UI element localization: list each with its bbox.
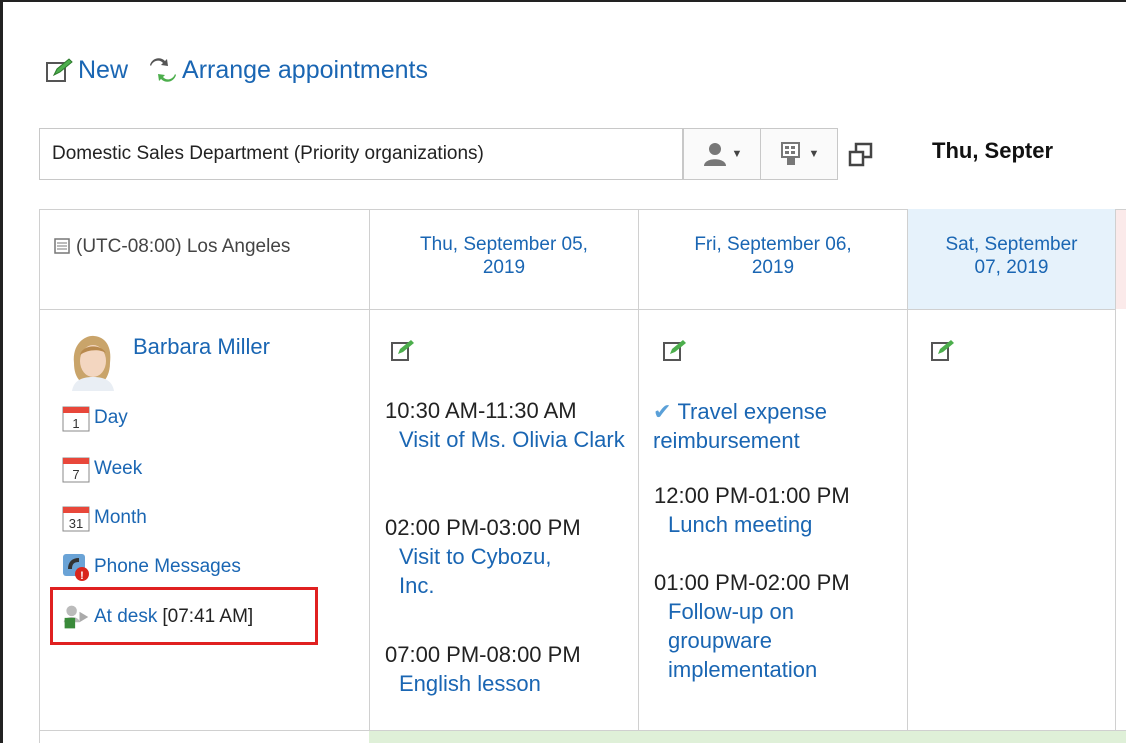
todo-item[interactable]: ✔ Travel expense reimbursement — [653, 397, 893, 455]
week-view-link[interactable]: 7 Week — [62, 455, 142, 483]
timezone-label: (UTC-08:00) Los Angeles — [76, 236, 291, 257]
todo-title-text: Travel expense reimbursement — [653, 399, 828, 453]
day-header-thu[interactable]: Thu, September 05, 2019 — [370, 209, 638, 309]
appointment-time: 01:00 PM-02:00 PM — [654, 570, 850, 595]
appointment-time: 02:00 PM-03:00 PM — [385, 515, 581, 540]
month-view-link[interactable]: 31 Month — [62, 504, 147, 532]
day-header-line1: Fri, September 06, — [694, 234, 852, 255]
user-icon — [703, 143, 726, 166]
add-appointment-icon[interactable] — [663, 338, 687, 362]
add-appointment-icon[interactable] — [931, 338, 955, 362]
appointment-title[interactable]: Lunch meeting — [654, 510, 904, 539]
appointment-title[interactable]: Follow-up on groupware implementation — [654, 597, 868, 684]
arrange-appointments-button[interactable]: Arrange appointments — [148, 55, 428, 85]
new-appointment-icon — [44, 55, 74, 85]
appointment-title[interactable]: Visit of Ms. Olivia Clark — [385, 425, 635, 454]
open-window-icon[interactable] — [848, 142, 874, 168]
todo-title[interactable]: ✔ Travel expense reimbursement — [653, 397, 893, 455]
window-left-border — [0, 0, 3, 743]
date-heading: Thu, Septer — [932, 138, 1054, 163]
appointment-title[interactable]: Visit to Cybozu, Inc. — [385, 542, 579, 600]
chevron-down-icon: ▼ — [731, 148, 743, 160]
calendar-month-icon: 31 — [62, 504, 90, 532]
day-header-line2: 07, 2019 — [974, 257, 1049, 278]
organization-select[interactable]: Domestic Sales Department (Priority orga… — [39, 128, 683, 180]
avatar — [66, 333, 120, 391]
phone-messages-link[interactable]: ! Phone Messages — [62, 553, 241, 581]
checkmark-icon: ✔ — [653, 399, 672, 424]
day-view-label: Day — [94, 407, 128, 428]
appointment-time: 07:00 PM-08:00 PM — [385, 642, 581, 667]
svg-text:7: 7 — [72, 467, 79, 482]
phone-messages-label: Phone Messages — [94, 556, 241, 577]
appointment-time: 12:00 PM-01:00 PM — [654, 483, 850, 508]
arrange-icon — [148, 55, 178, 85]
week-view-label: Week — [94, 458, 143, 479]
grid-line — [39, 309, 1115, 310]
svg-text:31: 31 — [69, 516, 83, 531]
appointment-item[interactable]: 02:00 PM-03:00 PM Visit to Cybozu, Inc. — [385, 513, 635, 600]
month-view-label: Month — [94, 507, 147, 528]
day-view-link[interactable]: 1 Day — [62, 404, 128, 432]
svg-text:!: ! — [80, 570, 84, 581]
appointment-item[interactable]: 12:00 PM-01:00 PM Lunch meeting — [654, 481, 904, 539]
window-top-border — [0, 0, 1126, 2]
appointment-item[interactable]: 01:00 PM-02:00 PM Follow-up on groupware… — [654, 568, 904, 684]
facility-select-button[interactable]: ▼ — [760, 128, 838, 180]
user-name-link[interactable]: Barbara Miller — [133, 334, 270, 360]
new-label: New — [78, 55, 129, 84]
svg-text:1: 1 — [72, 416, 79, 431]
highlight-box — [50, 587, 318, 645]
arrange-label: Arrange appointments — [182, 55, 428, 84]
user-select-button[interactable]: ▼ — [683, 128, 761, 180]
appointment-item[interactable]: 07:00 PM-08:00 PM English lesson — [385, 640, 635, 698]
chevron-down-icon: ▼ — [808, 148, 820, 160]
calendar-day-icon: 1 — [62, 404, 90, 432]
calendar-week-icon: 7 — [62, 455, 90, 483]
day-header-line2: 2019 — [751, 257, 795, 278]
timezone-icon — [54, 229, 70, 269]
facility-icon — [780, 142, 800, 165]
next-row-band — [369, 731, 1126, 743]
appointment-title[interactable]: English lesson — [385, 669, 635, 698]
toolbar: New Arrange appointments — [44, 52, 428, 88]
day-header-sat[interactable]: Sat, September 07, 2019 — [908, 209, 1115, 309]
day-header-line1: Sat, September — [945, 234, 1078, 255]
day-header-line1: Thu, September 05, — [420, 234, 588, 255]
phone-message-icon: ! — [62, 553, 90, 581]
day-header-fri[interactable]: Fri, September 06, 2019 — [639, 209, 907, 309]
grid-line — [1115, 209, 1116, 743]
appointment-item[interactable]: 10:30 AM-11:30 AM Visit of Ms. Olivia Cl… — [385, 396, 635, 454]
timezone-header: (UTC-08:00) Los Angeles — [40, 209, 369, 309]
add-appointment-icon[interactable] — [391, 338, 415, 362]
appointment-time: 10:30 AM-11:30 AM — [385, 398, 577, 423]
new-button[interactable]: New — [44, 55, 128, 85]
day-header-line2: 2019 — [482, 257, 526, 278]
